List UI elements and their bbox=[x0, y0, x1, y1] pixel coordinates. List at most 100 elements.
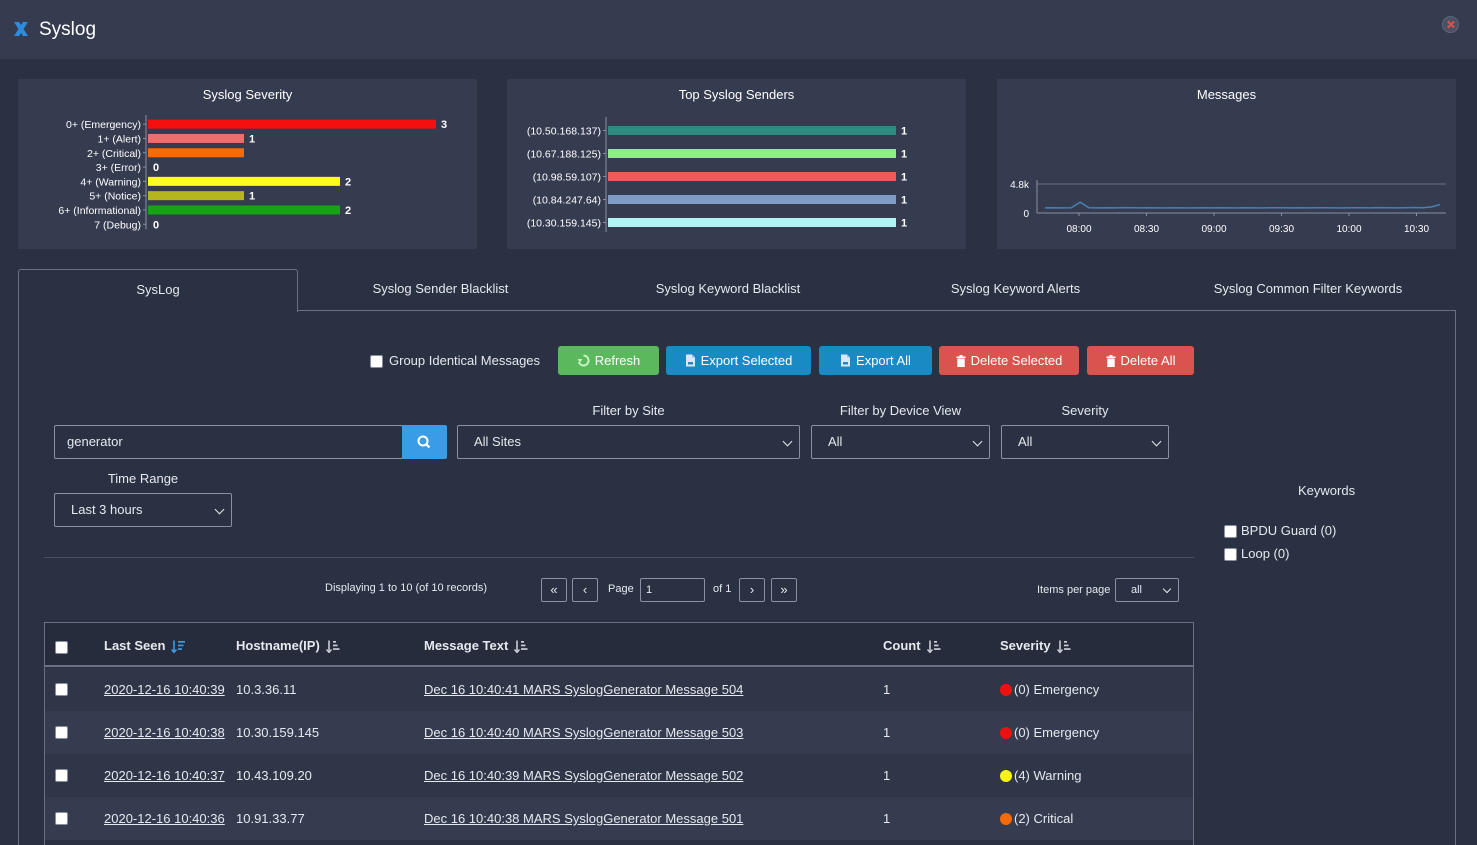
sort-icon bbox=[1056, 640, 1071, 654]
col-last-seen[interactable]: Last Seen bbox=[104, 638, 186, 654]
bar bbox=[148, 205, 340, 215]
data-label: 1 bbox=[901, 172, 907, 184]
items-per-page-select[interactable]: all bbox=[1115, 578, 1179, 602]
data-label: 2 bbox=[345, 176, 351, 188]
tab-bar: SysLog Syslog Sender Blacklist Syslog Ke… bbox=[18, 269, 1456, 312]
trash-icon bbox=[1106, 354, 1116, 367]
row-checkbox[interactable] bbox=[55, 726, 68, 739]
group-identical-checkbox[interactable] bbox=[370, 355, 383, 368]
next-page-button[interactable]: › bbox=[739, 578, 765, 602]
filter-site-label: Filter by Site bbox=[592, 403, 665, 418]
delete-all-button[interactable]: Delete All bbox=[1087, 346, 1194, 375]
site-select[interactable]: All Sites bbox=[457, 425, 800, 459]
delete-selected-button[interactable]: Delete Selected bbox=[939, 346, 1079, 375]
keyword-label-loop: Loop (0) bbox=[1241, 546, 1290, 561]
row-severity: (0) Emergency bbox=[1000, 725, 1099, 740]
search-input[interactable]: generator bbox=[54, 425, 403, 459]
col-message-text[interactable]: Message Text bbox=[424, 638, 528, 654]
severity-select[interactable]: All bbox=[1001, 425, 1169, 459]
row-count: 1 bbox=[883, 682, 891, 697]
first-page-button[interactable]: « bbox=[541, 578, 567, 602]
delete-selected-label: Delete Selected bbox=[970, 353, 1063, 368]
col-hostname[interactable]: Hostname(IP) bbox=[236, 638, 340, 654]
row-hostname: 10.43.109.20 bbox=[236, 768, 312, 783]
y-tick-label: 7 (Debug) bbox=[94, 219, 141, 231]
col-severity-label: Severity bbox=[1000, 638, 1051, 653]
table-row: 2020-12-16 10:40:39 10.3.36.11 Dec 16 10… bbox=[44, 668, 1194, 711]
close-icon[interactable] bbox=[1442, 16, 1459, 33]
row-last-seen-link[interactable]: 2020-12-16 10:40:37 bbox=[104, 768, 225, 783]
tab-syslog[interactable]: SysLog bbox=[18, 269, 298, 312]
series-line bbox=[1044, 201, 1441, 209]
data-label: 1 bbox=[249, 133, 255, 145]
tab-sender-blacklist[interactable]: Syslog Sender Blacklist bbox=[303, 269, 578, 311]
severity-dot-icon bbox=[1000, 813, 1012, 825]
y-tick-label: 4.8k bbox=[1010, 180, 1030, 191]
x-tick-label: 09:00 bbox=[1201, 224, 1226, 235]
x-tick-label: 10:00 bbox=[1336, 224, 1361, 235]
row-message-link[interactable]: Dec 16 10:40:39 MARS SyslogGenerator Mes… bbox=[424, 768, 743, 783]
row-message-link[interactable]: Dec 16 10:40:40 MARS SyslogGenerator Mes… bbox=[424, 725, 743, 740]
tab-common-filter-keywords[interactable]: Syslog Common Filter Keywords bbox=[1163, 269, 1453, 311]
data-label: 1 bbox=[901, 126, 907, 138]
tab-keyword-blacklist[interactable]: Syslog Keyword Blacklist bbox=[588, 269, 868, 311]
tab-keyword-alerts[interactable]: Syslog Keyword Alerts bbox=[878, 269, 1153, 311]
y-tick-label: 5+ (Notice) bbox=[89, 191, 141, 203]
bar bbox=[148, 133, 244, 143]
select-all-checkbox[interactable] bbox=[55, 641, 68, 654]
last-page-button[interactable]: » bbox=[771, 578, 797, 602]
row-message-link[interactable]: Dec 16 10:40:38 MARS SyslogGenerator Mes… bbox=[424, 811, 743, 826]
page-number-input[interactable]: 1 bbox=[640, 578, 705, 602]
bar bbox=[148, 148, 244, 158]
time-range-select[interactable]: Last 3 hours bbox=[54, 493, 232, 527]
row-last-seen-link[interactable]: 2020-12-16 10:40:38 bbox=[104, 725, 225, 740]
row-count: 1 bbox=[883, 725, 891, 740]
keyword-checkbox-loop[interactable] bbox=[1224, 548, 1237, 561]
row-severity: (4) Warning bbox=[1000, 768, 1081, 783]
chevron-down-icon bbox=[1151, 436, 1162, 447]
severity-dot-icon bbox=[1000, 684, 1012, 696]
keyword-checkbox-bpdu-guard[interactable] bbox=[1224, 525, 1237, 538]
severity-dot-icon bbox=[1000, 770, 1012, 782]
page-label: Page bbox=[608, 583, 634, 595]
chevron-down-icon bbox=[1162, 584, 1172, 594]
y-tick-label: (10.50.168.137) bbox=[527, 126, 601, 138]
row-checkbox[interactable] bbox=[55, 769, 68, 782]
search-button[interactable] bbox=[402, 425, 447, 459]
file-export-icon bbox=[685, 354, 695, 367]
refresh-button[interactable]: Refresh bbox=[558, 346, 659, 375]
col-severity[interactable]: Severity bbox=[1000, 638, 1071, 654]
sort-icon bbox=[514, 640, 528, 654]
device-view-select-value: All bbox=[828, 434, 843, 449]
bar bbox=[148, 119, 436, 129]
data-label: 0 bbox=[153, 219, 159, 231]
export-all-button[interactable]: Export All bbox=[819, 346, 932, 375]
delete-all-label: Delete All bbox=[1120, 353, 1176, 368]
y-tick-label: 0+ (Emergency) bbox=[66, 119, 141, 131]
row-severity: (0) Emergency bbox=[1000, 682, 1099, 697]
row-last-seen-link[interactable]: 2020-12-16 10:40:39 bbox=[104, 682, 225, 697]
row-checkbox[interactable] bbox=[55, 683, 68, 696]
sort-desc-icon bbox=[171, 640, 186, 654]
prev-page-button[interactable]: ‹ bbox=[572, 578, 598, 602]
row-message-link[interactable]: Dec 16 10:40:41 MARS SyslogGenerator Mes… bbox=[424, 682, 743, 697]
pager-info: Displaying 1 to 10 (of 10 records) bbox=[325, 582, 488, 594]
table-row: 2020-12-16 10:40:36 10.91.33.77 Dec 16 1… bbox=[44, 797, 1194, 840]
row-count: 1 bbox=[883, 768, 891, 783]
window-title: Syslog bbox=[39, 19, 97, 40]
refresh-icon bbox=[577, 354, 590, 367]
device-view-select[interactable]: All bbox=[811, 425, 990, 459]
keyword-label-bpdu-guard: BPDU Guard (0) bbox=[1241, 523, 1337, 538]
export-selected-button[interactable]: Export Selected bbox=[666, 346, 811, 375]
y-tick-label: 1+ (Alert) bbox=[98, 133, 141, 145]
y-tick-label: 3+ (Error) bbox=[96, 162, 141, 174]
bar bbox=[608, 218, 896, 227]
y-tick-label: (10.30.159.145) bbox=[527, 218, 601, 230]
row-severity-label: (2) Critical bbox=[1014, 811, 1074, 826]
row-last-seen-link[interactable]: 2020-12-16 10:40:36 bbox=[104, 811, 225, 826]
export-all-label: Export All bbox=[856, 353, 911, 368]
col-count[interactable]: Count bbox=[883, 638, 941, 654]
row-checkbox[interactable] bbox=[55, 812, 68, 825]
table-row: 2020-12-16 10:40:38 10.30.159.145 Dec 16… bbox=[44, 711, 1194, 754]
x-tick-label: 08:00 bbox=[1066, 224, 1091, 235]
